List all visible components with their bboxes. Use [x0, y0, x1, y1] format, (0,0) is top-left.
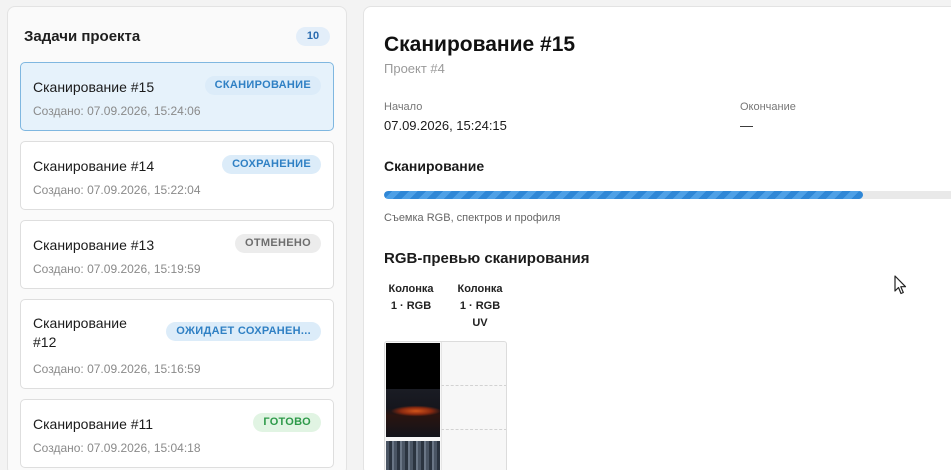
- task-card-15[interactable]: Сканирование #15 СКАНИРОВАНИЕ Создано: 0…: [20, 62, 334, 131]
- task-count-badge: 10: [296, 27, 330, 46]
- task-created-date: Создано: 07.09.2026, 15:24:06: [33, 104, 201, 118]
- task-list-title: Задачи проекта: [24, 28, 141, 45]
- scan-progress-bar: [384, 191, 951, 199]
- mouse-pointer-icon: [894, 275, 907, 295]
- task-card-13[interactable]: Сканирование #13 ОТМЕНЕНО Создано: 07.09…: [20, 220, 334, 289]
- status-badge: ОТМЕНЕНО: [235, 234, 321, 253]
- start-label: Начало: [384, 101, 423, 113]
- preview-title: RGB-превью сканирования: [384, 250, 590, 267]
- stage-title: Сканирование: [384, 158, 485, 174]
- column-header-line: 1 · RGB: [390, 300, 432, 312]
- task-name: Сканирование #14: [33, 158, 155, 174]
- progress-caption: Съемка RGB, спектров и профиля: [384, 212, 561, 224]
- preview-empty-cell: [441, 430, 506, 470]
- preview-thumbnail[interactable]: [386, 343, 440, 389]
- task-created-date: Создано: 07.09.2026, 15:16:59: [33, 362, 201, 376]
- preview-thumbnail[interactable]: [386, 389, 440, 437]
- task-card-12[interactable]: Сканирование #12 ОЖИДАЕТ СОХРАНЕН... Соз…: [20, 299, 334, 389]
- preview-empty-cell: [441, 386, 506, 430]
- column-header-rgb: Колонка 1 · RGB: [381, 281, 441, 315]
- scan-preview-grid: [384, 341, 507, 470]
- status-badge: ОЖИДАЕТ СОХРАНЕН...: [166, 322, 321, 341]
- task-created-date: Создано: 07.09.2026, 15:19:59: [33, 262, 201, 276]
- preview-empty-cell: [441, 342, 506, 386]
- start-value: 07.09.2026, 15:24:15: [384, 118, 507, 133]
- task-name: Сканирование #15: [33, 79, 155, 95]
- column-header-line: Колонка: [388, 283, 434, 295]
- status-badge: СОХРАНЕНИЕ: [222, 155, 321, 174]
- status-badge: ГОТОВО: [253, 413, 321, 432]
- task-name: Сканирование #13: [33, 237, 155, 253]
- task-detail-panel: Сканирование #15 Проект #4 Начало 07.09.…: [363, 6, 951, 470]
- column-header-line: UV: [472, 317, 488, 329]
- task-created-date: Создано: 07.09.2026, 15:22:04: [33, 183, 201, 197]
- task-list-header: Задачи проекта 10: [24, 27, 330, 47]
- task-name-line2: #12: [33, 334, 57, 350]
- page-title: Сканирование #15: [384, 33, 576, 56]
- end-value: —: [740, 118, 753, 133]
- scan-progress-fill: [384, 191, 863, 199]
- task-name-line1: Сканирование: [33, 315, 127, 331]
- preview-thumbnail[interactable]: [386, 441, 440, 470]
- task-created-date: Создано: 07.09.2026, 15:04:18: [33, 441, 201, 455]
- task-list-panel: Задачи проекта 10 Сканирование #15 СКАНИ…: [7, 6, 347, 470]
- task-card-11[interactable]: Сканирование #11 ГОТОВО Создано: 07.09.2…: [20, 399, 334, 468]
- status-badge: СКАНИРОВАНИЕ: [204, 76, 321, 95]
- task-card-14[interactable]: Сканирование #14 СОХРАНЕНИЕ Создано: 07.…: [20, 141, 334, 210]
- column-header-line: Колонка: [457, 283, 503, 295]
- task-name: Сканирование #11: [33, 416, 154, 432]
- end-label: Окончание: [740, 101, 796, 113]
- column-header-rgb-uv: Колонка 1 · RGB UV: [450, 281, 510, 332]
- column-header-line: 1 · RGB: [459, 300, 501, 312]
- project-name: Проект #4: [384, 61, 445, 76]
